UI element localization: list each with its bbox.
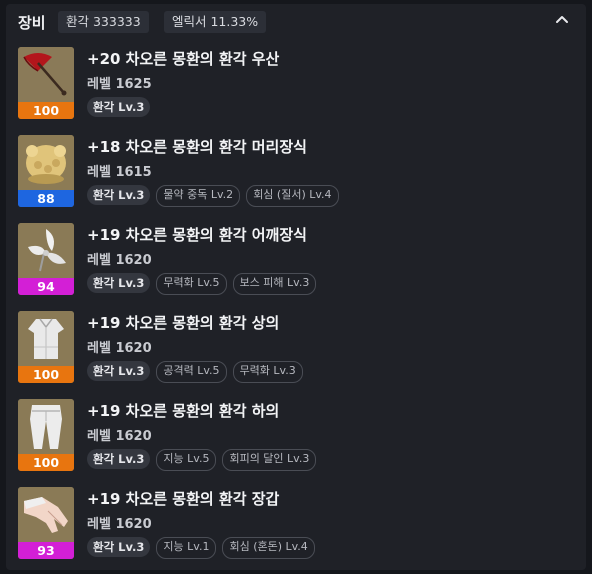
glove-icon <box>18 487 74 542</box>
top-armor-icon <box>18 311 74 366</box>
main-tag: 환각 Lv.3 <box>87 97 151 117</box>
item-icon-frame: 100 <box>18 399 74 471</box>
sub-tag: 회피의 달인 Lv.3 <box>222 449 317 471</box>
panel-title: 장비 <box>18 14 46 32</box>
item-name: +19 차오른 몽환의 환각 상의 <box>87 314 280 332</box>
item-level: 레벨 1615 <box>87 165 152 180</box>
quality-badge: 100 <box>18 366 74 383</box>
quality-badge: 88 <box>18 190 74 207</box>
main-tag: 환각 Lv.3 <box>87 185 151 205</box>
hallucination-badge: 환각 333333 <box>58 11 149 33</box>
item-icon-frame: 100 <box>18 47 74 119</box>
main-tag: 환각 Lv.3 <box>87 537 151 557</box>
quality-badge: 100 <box>18 454 74 471</box>
main-tag: 환각 Lv.3 <box>87 449 151 469</box>
sub-tag: 지능 Lv.5 <box>156 449 217 471</box>
item-level: 레벨 1625 <box>87 77 152 92</box>
equipment-item-head[interactable]: 88 +18 차오른 몽환의 환각 머리장식 레벨 1615 환각 Lv.3 물… <box>18 135 574 217</box>
collapse-button[interactable] <box>552 10 572 30</box>
item-level: 레벨 1620 <box>87 429 152 444</box>
main-tag: 환각 Lv.3 <box>87 361 151 381</box>
item-level: 레벨 1620 <box>87 253 152 268</box>
sub-tag: 무력화 Lv.5 <box>156 273 227 295</box>
headwear-icon <box>18 135 74 190</box>
chevron-up-icon <box>556 16 568 23</box>
sub-tag: 보스 피해 Lv.3 <box>232 273 317 295</box>
sub-tag: 물약 중독 Lv.2 <box>156 185 241 207</box>
item-name: +19 차오른 몽환의 환각 하의 <box>87 402 280 420</box>
pants-icon <box>18 399 74 454</box>
item-tags: 환각 Lv.3 지능 Lv.1 회심 (혼돈) Lv.4 <box>87 537 315 559</box>
sub-tag: 회심 (혼돈) Lv.4 <box>222 537 315 559</box>
quality-badge: 94 <box>18 278 74 295</box>
item-name: +20 차오른 몽환의 환각 우산 <box>87 50 280 68</box>
item-name: +18 차오른 몽환의 환각 머리장식 <box>87 138 307 156</box>
main-tag: 환각 Lv.3 <box>87 273 151 293</box>
item-level: 레벨 1620 <box>87 517 152 532</box>
umbrella-icon <box>18 47 74 102</box>
item-tags: 환각 Lv.3 물약 중독 Lv.2 회심 (질서) Lv.4 <box>87 185 339 207</box>
item-tags: 환각 Lv.3 무력화 Lv.5 보스 피해 Lv.3 <box>87 273 317 295</box>
equipment-item-top[interactable]: 100 +19 차오른 몽환의 환각 상의 레벨 1620 환각 Lv.3 공격… <box>18 311 574 393</box>
sub-tag: 무력화 Lv.3 <box>232 361 303 383</box>
sub-tag: 지능 Lv.1 <box>156 537 217 559</box>
item-tags: 환각 Lv.3 지능 Lv.5 회피의 달인 Lv.3 <box>87 449 317 471</box>
item-name: +19 차오른 몽환의 환각 장갑 <box>87 490 280 508</box>
elixir-badge: 엘릭서 11.33% <box>164 11 267 33</box>
item-icon-frame: 88 <box>18 135 74 207</box>
equipment-item-shoulder[interactable]: 94 +19 차오른 몽환의 환각 어깨장식 레벨 1620 환각 Lv.3 무… <box>18 223 574 305</box>
equipment-panel: 장비 환각 333333 엘릭서 11.33% 100 +20 차오른 몽환의 … <box>6 4 586 570</box>
quality-badge: 100 <box>18 102 74 119</box>
equipment-item-gloves[interactable]: 93 +19 차오른 몽환의 환각 장갑 레벨 1620 환각 Lv.3 지능 … <box>18 487 574 569</box>
item-name: +19 차오른 몽환의 환각 어깨장식 <box>87 226 307 244</box>
equipment-item-weapon[interactable]: 100 +20 차오른 몽환의 환각 우산 레벨 1625 환각 Lv.3 <box>18 47 574 129</box>
item-tags: 환각 Lv.3 공격력 Lv.5 무력화 Lv.3 <box>87 361 303 383</box>
item-level: 레벨 1620 <box>87 341 152 356</box>
sub-tag: 공격력 Lv.5 <box>156 361 227 383</box>
shoulder-icon <box>18 223 74 278</box>
item-icon-frame: 93 <box>18 487 74 559</box>
quality-badge: 93 <box>18 542 74 559</box>
equipment-item-pants[interactable]: 100 +19 차오른 몽환의 환각 하의 레벨 1620 환각 Lv.3 지능… <box>18 399 574 481</box>
item-icon-frame: 94 <box>18 223 74 295</box>
item-tags: 환각 Lv.3 <box>87 97 151 117</box>
sub-tag: 회심 (질서) Lv.4 <box>246 185 339 207</box>
item-icon-frame: 100 <box>18 311 74 383</box>
panel-header: 장비 환각 333333 엘릭서 11.33% <box>6 4 586 40</box>
